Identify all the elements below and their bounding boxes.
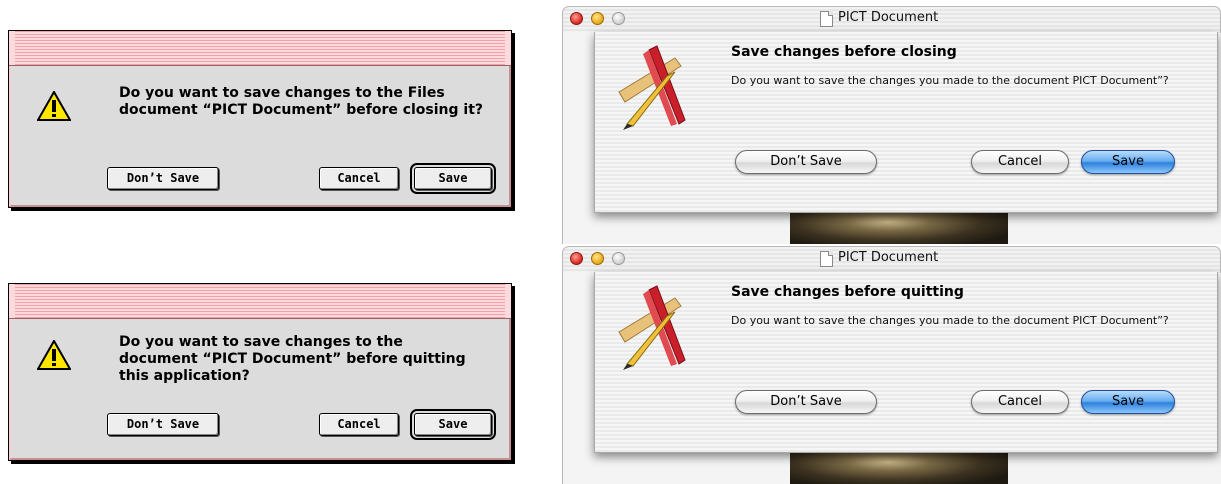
classic-alert-message: Do you want to save changes to the Files… [119, 85, 484, 118]
close-button[interactable] [570, 252, 583, 265]
cancel-button[interactable]: Cancel [319, 167, 399, 190]
minimize-button[interactable] [591, 252, 604, 265]
dont-save-button[interactable]: Don’t Save [735, 150, 877, 174]
save-sheet: Save changes before quitting Do you want… [594, 272, 1218, 453]
document-proxy-icon[interactable] [820, 251, 833, 267]
sheet-title: Save changes before quitting [731, 284, 964, 300]
save-sheet: Save changes before closing Do you want … [594, 32, 1218, 213]
cancel-button[interactable]: Cancel [971, 150, 1069, 174]
save-button[interactable]: Save [1081, 150, 1175, 174]
save-button[interactable]: Save [410, 409, 496, 440]
classic-title-bar[interactable] [9, 284, 511, 319]
document-proxy-icon[interactable] [820, 11, 833, 27]
aqua-window-quitting: PICT Document Save changes before quitti… [548, 246, 1221, 484]
application-pencil-ruler-icon [613, 280, 687, 370]
cancel-button[interactable]: Cancel [971, 390, 1069, 414]
window-title: PICT Document [838, 250, 939, 265]
aqua-window-closing: PICT Document Save changes before closin… [548, 6, 1221, 244]
cancel-button[interactable]: Cancel [319, 413, 399, 436]
zoom-button[interactable] [612, 252, 625, 265]
save-button[interactable]: Save [410, 163, 496, 194]
caution-icon [37, 91, 71, 121]
sheet-title: Save changes before closing [731, 44, 957, 60]
sheet-message: Do you want to save the changes you made… [731, 74, 1169, 87]
save-button[interactable]: Save [1081, 390, 1175, 414]
zoom-button[interactable] [612, 12, 625, 25]
application-pencil-ruler-icon [613, 40, 687, 130]
classic-title-bar[interactable] [9, 31, 511, 66]
dont-save-button[interactable]: Don’t Save [107, 413, 219, 436]
dont-save-button[interactable]: Don’t Save [107, 167, 219, 190]
classic-alert-closing: Do you want to save changes to the Files… [8, 30, 512, 208]
caution-icon [37, 340, 71, 370]
sheet-message: Do you want to save the changes you made… [731, 314, 1169, 327]
classic-alert-quitting: Do you want to save changes to the docum… [8, 283, 512, 461]
close-button[interactable] [570, 12, 583, 25]
dont-save-button[interactable]: Don’t Save [735, 390, 877, 414]
window-title: PICT Document [838, 10, 939, 25]
classic-alert-message: Do you want to save changes to the docum… [119, 334, 466, 384]
minimize-button[interactable] [591, 12, 604, 25]
